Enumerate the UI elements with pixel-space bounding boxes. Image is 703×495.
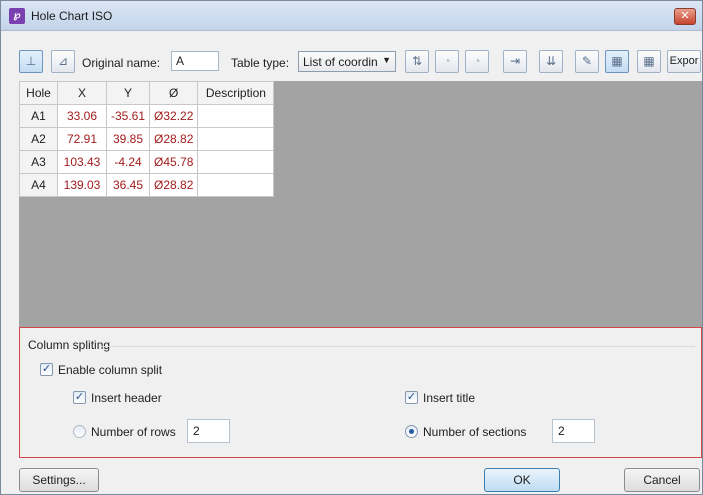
table-type-label: Table type: (231, 56, 290, 70)
column-header: Hole (19, 81, 58, 105)
column-header: Ø (149, 81, 199, 105)
group-title: Column spliting (28, 338, 111, 352)
number-of-rows-input[interactable]: 2 (187, 419, 230, 443)
y-cell: 36.45 (105, 173, 151, 197)
x-cell: 139.03 (57, 173, 107, 197)
column-splitting-group: Column spliting ✓ Enable column split ✓ … (19, 327, 702, 458)
chevron-down-icon: ▼ (382, 55, 391, 65)
hole-id-cell: A3 (19, 150, 58, 174)
grid-icon[interactable]: ▦ (605, 50, 629, 73)
diameter-cell: Ø45.78 (149, 150, 199, 174)
number-of-sections-radio[interactable] (405, 425, 418, 438)
x-cell: 33.06 (57, 104, 107, 128)
toolbar: ⊥ ⊿ Original name: A Table type: List of… (1, 47, 702, 75)
split-rows-icon[interactable]: ⇊ (539, 50, 563, 73)
y-cell: -35.61 (105, 104, 151, 128)
enable-split-checkbox[interactable]: ✓ (40, 363, 53, 376)
check-icon: ✓ (74, 391, 85, 403)
close-button[interactable]: ✕ (674, 8, 696, 25)
description-cell[interactable] (197, 173, 275, 197)
hole-id-cell: A2 (19, 127, 58, 151)
radio-selected-dot (409, 429, 414, 434)
diameter-cell: Ø28.82 (149, 173, 199, 197)
y-cell: -4.24 (105, 150, 151, 174)
table-type-select[interactable]: List of coordin ▼ (298, 51, 396, 72)
enable-split-label: Enable column split (58, 363, 163, 377)
insert-header-label: Insert header (91, 391, 162, 405)
group-divider (100, 346, 695, 347)
y-cell: 39.85 (105, 127, 151, 151)
tag-icon[interactable]: ◔ (465, 50, 489, 73)
sort-icon[interactable]: ⇅ (405, 50, 429, 73)
table-header-row: Hole X Y Ø Description (19, 81, 275, 105)
title-bar: ℘ Hole Chart ISO ✕ (1, 1, 702, 31)
x-cell: 103.43 (57, 150, 107, 174)
table-row: A4 139.03 36.45 Ø28.82 (19, 173, 275, 197)
diameter-cell: Ø28.82 (149, 127, 199, 151)
table-preview-area: Hole X Y Ø Description A1 33.06 -35.61 Ø… (19, 81, 702, 327)
edit-icon[interactable]: ✎ (575, 50, 599, 73)
original-name-input[interactable]: A (171, 51, 219, 71)
merge-columns-icon[interactable]: ⇥ (503, 50, 527, 73)
axis-origin-icon[interactable]: ⊥ (19, 50, 43, 73)
settings-button[interactable]: Settings... (19, 468, 99, 492)
column-header: Description (197, 81, 275, 105)
ok-button[interactable]: OK (484, 468, 560, 492)
number-of-sections-input[interactable]: 2 (552, 419, 595, 443)
hole-id-cell: A4 (19, 173, 58, 197)
table-row: A2 72.91 39.85 Ø28.82 (19, 127, 275, 151)
origin-tool-icon[interactable]: ⊿ (51, 50, 75, 73)
description-cell[interactable] (197, 104, 275, 128)
grid-alt-icon[interactable]: ▦ (637, 50, 661, 73)
description-cell[interactable] (197, 127, 275, 151)
insert-title-label: Insert title (423, 391, 476, 405)
original-name-label: Original name: (82, 56, 161, 70)
number-of-rows-radio[interactable] (73, 425, 86, 438)
number-of-sections-label: Number of sections (423, 425, 527, 439)
table-row: A1 33.06 -35.61 Ø32.22 (19, 104, 275, 128)
check-icon: ✓ (41, 363, 52, 375)
column-header: Y (105, 81, 151, 105)
description-cell[interactable] (197, 150, 275, 174)
table-row: A3 103.43 -4.24 Ø45.78 (19, 150, 275, 174)
hole-chart-dialog: ℘ Hole Chart ISO ✕ ⊥ ⊿ Original name: A … (0, 0, 703, 495)
hole-table: Hole X Y Ø Description A1 33.06 -35.61 Ø… (19, 81, 275, 197)
number-of-rows-label: Number of rows (91, 425, 176, 439)
check-icon: ✓ (406, 391, 417, 403)
cancel-button[interactable]: Cancel (624, 468, 700, 492)
window-title: Hole Chart ISO (31, 9, 113, 23)
table-type-value: List of coordin (303, 55, 378, 69)
tag-add-icon[interactable]: ◔ (435, 50, 459, 73)
x-cell: 72.91 (57, 127, 107, 151)
diameter-cell: Ø32.22 (149, 104, 199, 128)
insert-title-checkbox[interactable]: ✓ (405, 391, 418, 404)
app-icon: ℘ (9, 8, 25, 24)
export-button[interactable]: Expor (667, 50, 701, 73)
hole-id-cell: A1 (19, 104, 58, 128)
insert-header-checkbox[interactable]: ✓ (73, 391, 86, 404)
column-header: X (57, 81, 107, 105)
